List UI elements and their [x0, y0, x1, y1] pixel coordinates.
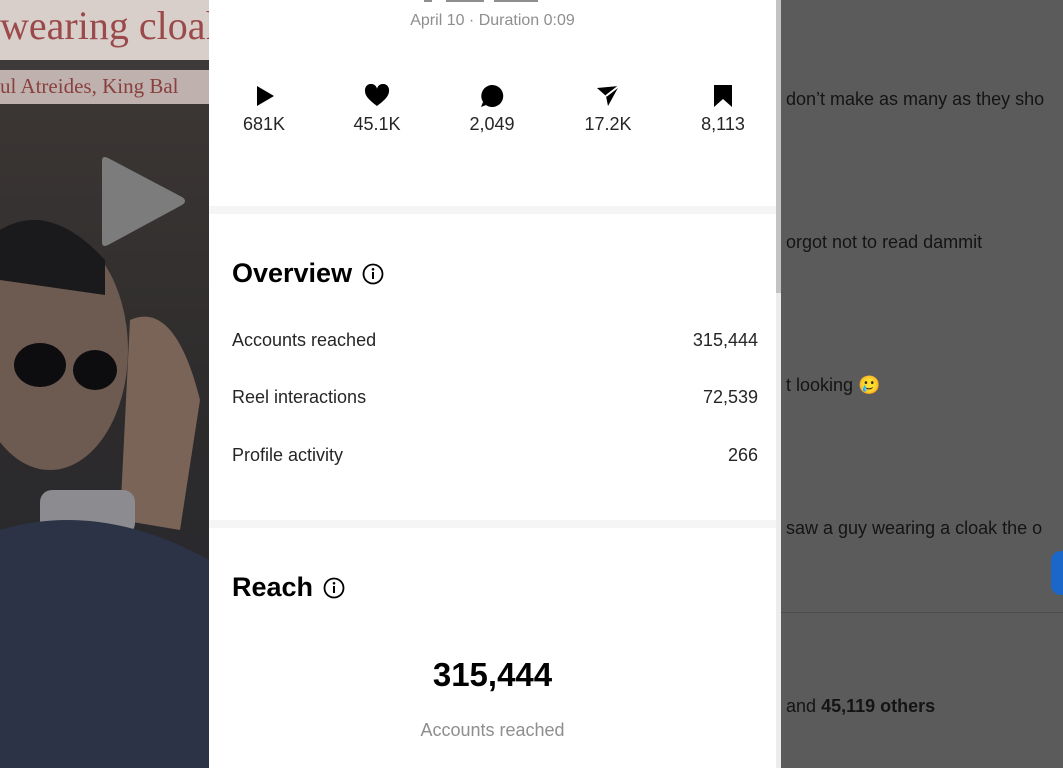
heart-icon	[337, 82, 417, 110]
share-icon	[568, 82, 648, 110]
stat-value: 17.2K	[584, 114, 632, 134]
reach-heading: Reach	[232, 572, 345, 603]
person-silhouette	[0, 220, 209, 768]
metric-label: Profile activity	[232, 445, 344, 465]
follow-button[interactable]	[1051, 551, 1063, 595]
reel-title-text: wearing cloak	[0, 3, 209, 48]
scrollbar-thumb[interactable]	[776, 0, 781, 293]
divider	[781, 612, 1063, 613]
play-icon	[224, 82, 304, 110]
likes-others[interactable]: 45,119 others	[821, 696, 935, 716]
info-icon[interactable]	[362, 263, 384, 285]
comments-panel: don’t make as many as they sho orgot not…	[781, 0, 1063, 768]
reach-total: 315,444	[432, 656, 553, 693]
stat-comments: 2,049	[452, 82, 532, 135]
stat-plays: 681K	[224, 82, 304, 135]
reel-insights-panel: April 10 · Duration 0:09 681K 45.1K 2,04…	[209, 0, 781, 768]
comment-text: saw a guy wearing a cloak the o	[786, 518, 1043, 538]
comment-icon	[452, 82, 532, 110]
reach-title: Reach	[232, 572, 314, 602]
clipped-header-text	[424, 0, 538, 2]
post-date-duration: April 10 · Duration 0:09	[410, 12, 575, 29]
overview-heading: Overview	[232, 258, 384, 289]
metric-profile-activity: Profile activity 266	[232, 445, 758, 469]
reach-section: Reach 315,444 Accounts reached	[209, 528, 776, 768]
likes-prefix: and	[786, 696, 817, 716]
likes-summary[interactable]: and 45,119 others	[786, 696, 935, 717]
reach-caption: Accounts reached	[420, 720, 565, 740]
reel-subtitle-text: ul Atreides, King Bal	[0, 74, 179, 98]
reel-preview: wearing cloak ul Atreides, King Bal	[0, 0, 209, 768]
stat-saves: 8,113	[683, 82, 763, 135]
info-icon[interactable]	[323, 577, 345, 599]
metric-label: Accounts reached	[232, 330, 377, 350]
metric-value: 266	[727, 445, 758, 465]
stat-value: 2,049	[469, 114, 515, 134]
stat-shares: 17.2K	[568, 82, 648, 135]
comment-text: don’t make as many as they sho	[786, 89, 1045, 109]
reel-summary-card: April 10 · Duration 0:09 681K 45.1K 2,04…	[209, 0, 776, 206]
bookmark-icon	[683, 82, 763, 110]
comment-text: orgot not to read dammit	[786, 232, 983, 252]
stat-likes: 45.1K	[337, 82, 417, 135]
overview-title: Overview	[232, 258, 353, 288]
metric-label: Reel interactions	[232, 387, 367, 407]
stat-value: 681K	[242, 114, 286, 134]
comment-text: t looking 🥲	[786, 375, 881, 395]
metric-accounts-reached: Accounts reached 315,444	[232, 330, 758, 354]
stat-value: 8,113	[701, 114, 745, 134]
metric-value: 72,539	[702, 387, 758, 407]
play-overlay-icon[interactable]	[98, 155, 188, 250]
metric-reel-interactions: Reel interactions 72,539	[232, 387, 758, 411]
metric-value: 315,444	[692, 330, 758, 350]
overview-section: Overview Accounts reached 315,444 Reel i…	[209, 214, 776, 520]
stat-value: 45.1K	[353, 114, 401, 134]
